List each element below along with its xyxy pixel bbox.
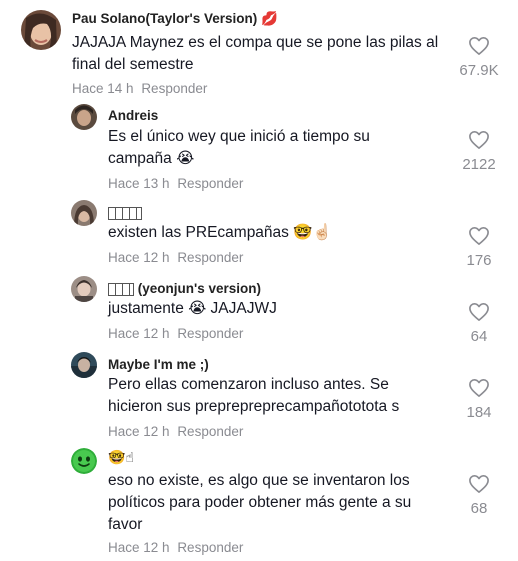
comment-item: Maybe I'm me ;) Pero ellas comenzaron in… (0, 352, 518, 448)
comment-username[interactable]: Andreis (108, 108, 158, 124)
avatar[interactable] (71, 276, 97, 302)
comment-item: (yeonjun's version) justamente 😭 JAJAJWJ… (0, 276, 518, 352)
comment-time: Hace 12 h (108, 540, 170, 555)
heart-icon (469, 379, 489, 397)
comment-text: Es el único wey que inició a tiempo su c… (108, 128, 370, 167)
unsupported-glyph-icon (108, 282, 134, 296)
heart-icon (469, 475, 489, 493)
heart-icon (469, 227, 489, 245)
comment-username[interactable]: 🤓☝ (108, 450, 134, 466)
like-button[interactable]: 176 (454, 226, 504, 270)
like-count: 176 (466, 252, 492, 269)
like-count: 184 (466, 404, 492, 421)
comment-text: existen las PREcampañas 🤓☝🏻 (108, 224, 332, 241)
comment-username[interactable]: (yeonjun's version) (108, 281, 261, 297)
reply-button[interactable]: Responder (177, 250, 243, 265)
comment-username[interactable] (108, 205, 142, 221)
avatar[interactable] (71, 200, 97, 226)
comment-item: Andreis Es el único wey que inició a tie… (0, 100, 518, 200)
lips-icon: 💋 (261, 11, 278, 27)
comment-meta: Hace 12 h Responder (108, 424, 243, 440)
profile-photo-icon (71, 200, 97, 226)
comment-meta: Hace 12 h Responder (108, 540, 243, 556)
comment-time: Hace 12 h (108, 424, 170, 439)
avatar[interactable] (21, 10, 61, 50)
like-count: 2122 (462, 156, 496, 173)
profile-photo-icon (71, 352, 97, 378)
comment-text: JAJAJA Maynez es el compa que se pone la… (72, 34, 439, 73)
comment-meta: Hace 13 h Responder (108, 176, 243, 192)
like-button[interactable]: 67.9K (454, 36, 504, 80)
avatar[interactable] (71, 104, 97, 130)
reply-button[interactable]: Responder (177, 176, 243, 191)
comment-username[interactable]: Pau Solano(Taylor's Version) 💋 (72, 11, 278, 27)
comment-time: Hace 12 h (108, 326, 170, 341)
comment-text: justamente 😭 JAJAJWJ (108, 300, 277, 317)
comment-item: existen las PREcampañas 🤓☝🏻 Hace 12 h Re… (0, 200, 518, 276)
like-button[interactable]: 184 (454, 378, 504, 422)
unsupported-glyph-icon (108, 206, 142, 220)
like-button[interactable]: 68 (454, 474, 504, 518)
comment-text: eso no existe, es algo que se inventaron… (108, 472, 412, 533)
comment-time: Hace 14 h (72, 81, 134, 96)
comment-meta: Hace 14 h Responder (72, 81, 207, 97)
green-smiley-avatar-icon (71, 448, 97, 474)
like-button[interactable]: 64 (454, 302, 504, 346)
comment-meta: Hace 12 h Responder (108, 326, 243, 342)
comment-text: Pero ellas comenzaron incluso antes. Se … (108, 376, 400, 415)
profile-photo-icon (71, 104, 97, 130)
like-count: 64 (470, 328, 488, 345)
avatar[interactable] (71, 448, 97, 474)
comment-item: 🤓☝ eso no existe, es algo que se inventa… (0, 448, 518, 561)
comment-meta: Hace 12 h Responder (108, 250, 243, 266)
comment-item: Pau Solano(Taylor's Version) 💋 JAJAJA Ma… (0, 0, 518, 100)
reply-button[interactable]: Responder (177, 424, 243, 439)
heart-icon (469, 37, 489, 55)
reply-button[interactable]: Responder (177, 326, 243, 341)
comment-username[interactable]: Maybe I'm me ;) (108, 357, 209, 373)
comment-time: Hace 12 h (108, 250, 170, 265)
reply-button[interactable]: Responder (177, 540, 243, 555)
like-count: 68 (470, 500, 488, 517)
heart-icon (469, 303, 489, 321)
like-count: 67.9K (459, 62, 499, 79)
reply-button[interactable]: Responder (141, 81, 207, 96)
heart-icon (469, 131, 489, 149)
profile-photo-icon (71, 276, 97, 302)
profile-photo-icon (21, 10, 61, 50)
like-button[interactable]: 2122 (454, 130, 504, 174)
comment-time: Hace 13 h (108, 176, 170, 191)
avatar[interactable] (71, 352, 97, 378)
